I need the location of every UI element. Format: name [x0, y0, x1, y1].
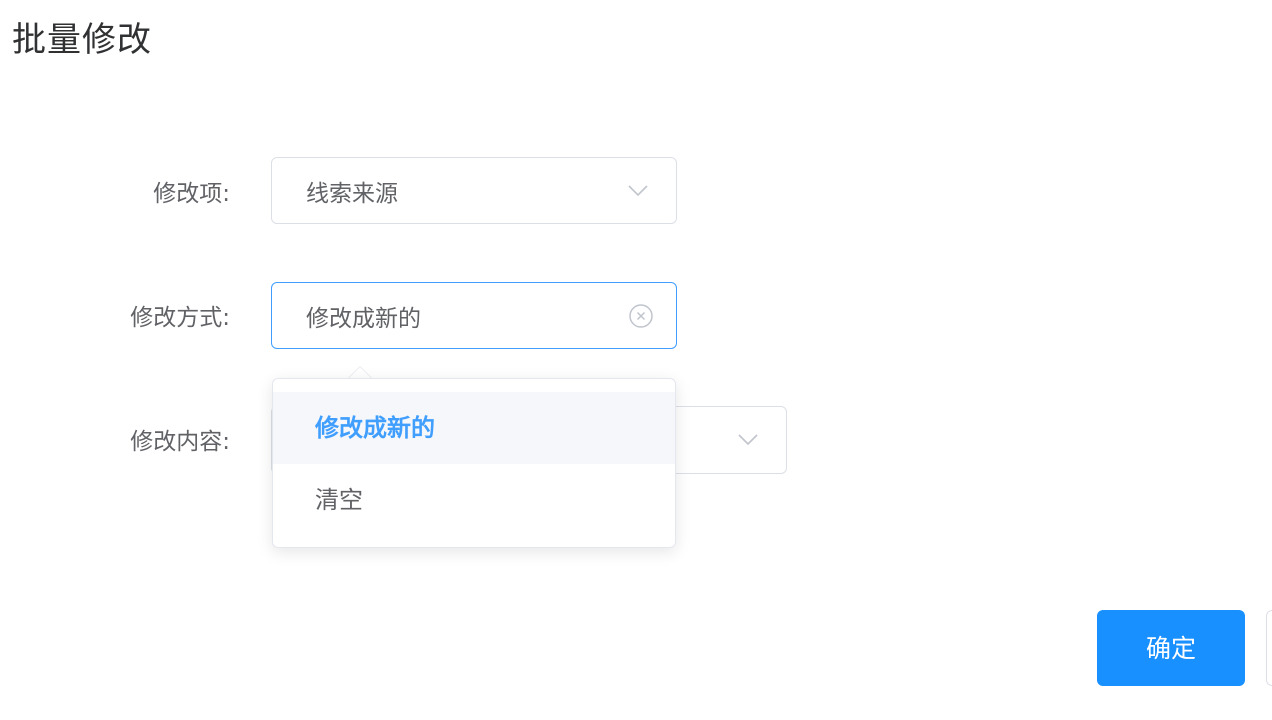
modify-item-value: 线索来源: [306, 180, 398, 207]
dropdown-option-clear[interactable]: 清空: [273, 464, 675, 536]
dropdown-caret: [348, 366, 372, 378]
confirm-button[interactable]: 确定: [1097, 610, 1245, 686]
modify-item-select[interactable]: 线索来源: [271, 157, 677, 224]
clear-icon[interactable]: [628, 303, 654, 329]
modify-mode-label: 修改方式:: [130, 305, 230, 331]
chevron-down-icon: [738, 434, 758, 446]
modify-item-label: 修改项:: [153, 181, 230, 207]
modify-mode-select[interactable]: 修改成新的: [271, 282, 677, 349]
modify-mode-dropdown: 修改成新的 清空: [272, 378, 676, 548]
modify-content-label: 修改内容:: [130, 429, 230, 455]
batch-edit-dialog: 批量修改 修改项: 线索来源 修改方式: 修改成新的 修改内容: 修改成新的 清…: [0, 0, 1272, 720]
modify-mode-value: 修改成新的: [306, 305, 421, 332]
cancel-button[interactable]: [1266, 610, 1272, 686]
chevron-down-icon: [628, 184, 648, 196]
dropdown-option-replace[interactable]: 修改成新的: [273, 392, 675, 464]
dialog-title: 批量修改: [12, 20, 152, 60]
